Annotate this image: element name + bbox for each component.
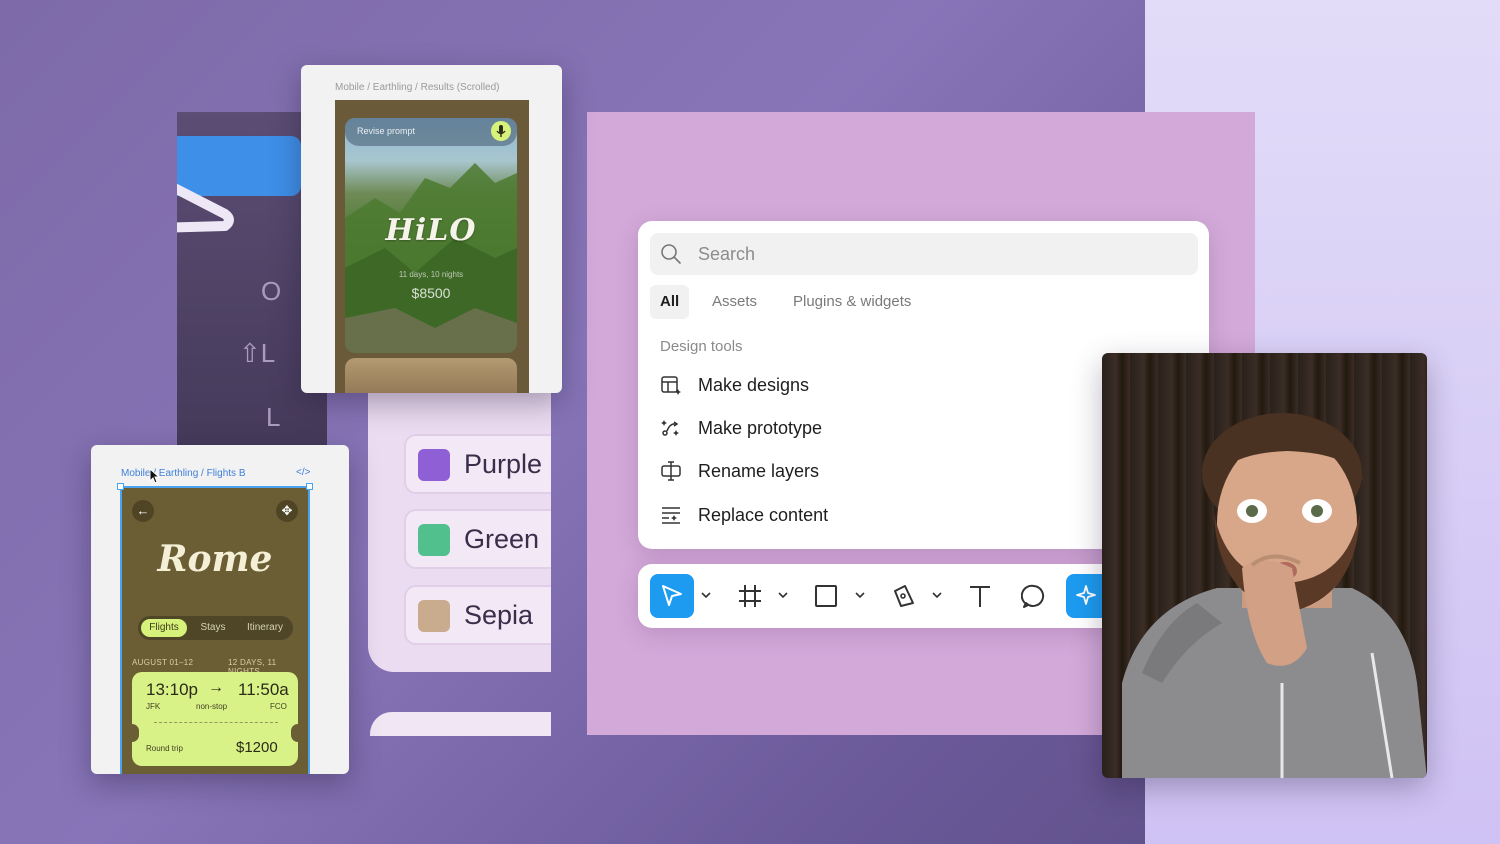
search-icon bbox=[661, 244, 681, 264]
arrival-time: 11:50a bbox=[238, 680, 289, 699]
color-swatch bbox=[418, 600, 450, 632]
move-icon[interactable]: ✥ bbox=[276, 500, 298, 522]
shortcut-key: O bbox=[261, 276, 282, 306]
hilo-mobile-frame[interactable]: HiLO 11 days, 10 nights $8500 Revise pro… bbox=[335, 100, 529, 393]
text-icon bbox=[970, 586, 990, 607]
chevron-down-icon[interactable] bbox=[853, 588, 867, 602]
comment-icon bbox=[1021, 584, 1045, 608]
cursor-arrow-icon bbox=[662, 585, 682, 606]
trip-duration: 11 days, 10 nights bbox=[398, 270, 464, 279]
color-option-green[interactable]: Green bbox=[404, 509, 551, 569]
presenter-photo bbox=[1122, 413, 1427, 778]
trip-dates: AUGUST 01–12 bbox=[132, 658, 194, 667]
menu-item-make-designs[interactable]: Make designs bbox=[650, 366, 1110, 404]
ticket-divider bbox=[154, 722, 278, 723]
ticket-notch bbox=[125, 724, 139, 742]
move-tool-button[interactable] bbox=[650, 574, 694, 618]
revise-prompt-bar[interactable]: Revise prompt bbox=[345, 118, 517, 146]
back-arrow-icon[interactable]: ← bbox=[132, 500, 154, 522]
tab-all[interactable]: All bbox=[650, 285, 690, 319]
stops-label: non-stop bbox=[196, 702, 228, 711]
color-label: Purple bbox=[464, 449, 543, 479]
origin-airport: JFK bbox=[146, 702, 161, 711]
shape-tool-button[interactable] bbox=[804, 574, 848, 618]
color-label: Sepia bbox=[464, 600, 534, 630]
trip-type: Round trip bbox=[146, 744, 183, 753]
rectangle-icon bbox=[815, 585, 837, 607]
comment-tool-button[interactable] bbox=[1012, 574, 1056, 618]
chevron-down-icon[interactable] bbox=[930, 588, 944, 602]
search-bar[interactable] bbox=[650, 233, 1198, 275]
shortcut-key: L bbox=[266, 402, 281, 432]
revise-prompt-label: Revise prompt bbox=[357, 126, 416, 136]
sparkle-icon bbox=[1076, 585, 1096, 605]
hilo-frame-card[interactable]: Mobile / Earthling / Results (Scrolled) … bbox=[301, 65, 562, 393]
tab-assets[interactable]: Assets bbox=[702, 285, 767, 319]
arrow-right-icon: → bbox=[208, 679, 224, 696]
color-option-purple[interactable]: Purple bbox=[404, 434, 551, 494]
color-list-panel: Purple Green Sepia bbox=[368, 380, 551, 672]
frame-tool-button[interactable] bbox=[728, 574, 772, 618]
section-heading: Design tools bbox=[660, 338, 743, 355]
flight-ticket[interactable]: 13:10p → 11:50a JFK non-stop FCO Round t… bbox=[125, 672, 305, 766]
tab-stays[interactable]: Stays bbox=[190, 619, 236, 637]
layout-sparkle-icon bbox=[661, 376, 681, 395]
selection-handle[interactable] bbox=[306, 483, 313, 490]
menu-item-label: Make designs bbox=[698, 375, 810, 395]
ticket-notch bbox=[291, 724, 305, 742]
color-option-sepia[interactable]: Sepia bbox=[404, 585, 551, 645]
menu-item-replace-content[interactable]: Replace content bbox=[650, 496, 1110, 534]
microphone-icon[interactable] bbox=[491, 121, 511, 141]
pen-tool-button[interactable] bbox=[882, 574, 926, 618]
menu-item-rename-layers[interactable]: Rename layers bbox=[650, 452, 1110, 490]
webcam-video bbox=[1102, 353, 1427, 778]
next-result-card bbox=[345, 358, 517, 393]
tab-flights[interactable]: Flights bbox=[141, 619, 187, 637]
panel-edge bbox=[370, 712, 551, 736]
triangle-icon bbox=[177, 183, 234, 233]
rename-icon bbox=[661, 461, 681, 481]
tab-itinerary[interactable]: Itinerary bbox=[238, 619, 292, 637]
color-swatch bbox=[418, 449, 450, 481]
text-tool-button[interactable] bbox=[958, 574, 1002, 618]
color-swatch bbox=[418, 524, 450, 556]
menu-item-label: Make prototype bbox=[698, 418, 823, 438]
chevron-down-icon[interactable] bbox=[776, 588, 790, 602]
trip-price: $8500 bbox=[411, 285, 451, 301]
ticket-price: $1200 bbox=[236, 739, 278, 756]
selection-handle[interactable] bbox=[117, 483, 124, 490]
shortcut-key: ⇧L bbox=[239, 338, 276, 368]
destination-airport: FCO bbox=[270, 702, 287, 711]
mountain-photo: HiLO 11 days, 10 nights $8500 bbox=[345, 118, 517, 353]
rome-frame-card[interactable]: Mobile / Earthling / Flights B </> ← ✥ R… bbox=[91, 445, 349, 774]
frame-path-label: Mobile / Earthling / Results (Scrolled) bbox=[335, 82, 500, 93]
pen-icon bbox=[894, 585, 914, 607]
color-label: Green bbox=[464, 524, 540, 554]
frame-icon bbox=[739, 585, 761, 607]
replace-content-icon bbox=[662, 507, 680, 524]
tab-plugins-widgets[interactable]: Plugins & widgets bbox=[783, 285, 921, 319]
menu-item-make-prototype[interactable]: Make prototype bbox=[650, 409, 1110, 447]
menu-item-label: Rename layers bbox=[698, 461, 820, 481]
rome-mobile-frame[interactable]: ← ✥ Rome Flights Stays Itinerary AUGUST … bbox=[120, 486, 310, 774]
design-toolbar bbox=[638, 564, 1118, 628]
frame-path-label: Mobile / Earthling / Flights B bbox=[121, 468, 246, 479]
cursor-icon bbox=[149, 468, 161, 484]
destination-title: Rome bbox=[157, 538, 273, 580]
menu-item-label: Replace content bbox=[698, 505, 829, 525]
destination-title: HiLO bbox=[385, 213, 477, 248]
departure-time: 13:10p bbox=[146, 680, 198, 699]
search-input[interactable] bbox=[698, 241, 1178, 267]
chevron-down-icon[interactable] bbox=[699, 588, 713, 602]
code-icon[interactable]: </> bbox=[296, 467, 310, 478]
prototype-icon bbox=[661, 420, 679, 436]
trip-tabs: Flights Stays Itinerary bbox=[138, 616, 293, 640]
mountain-ridge-image bbox=[345, 163, 517, 353]
